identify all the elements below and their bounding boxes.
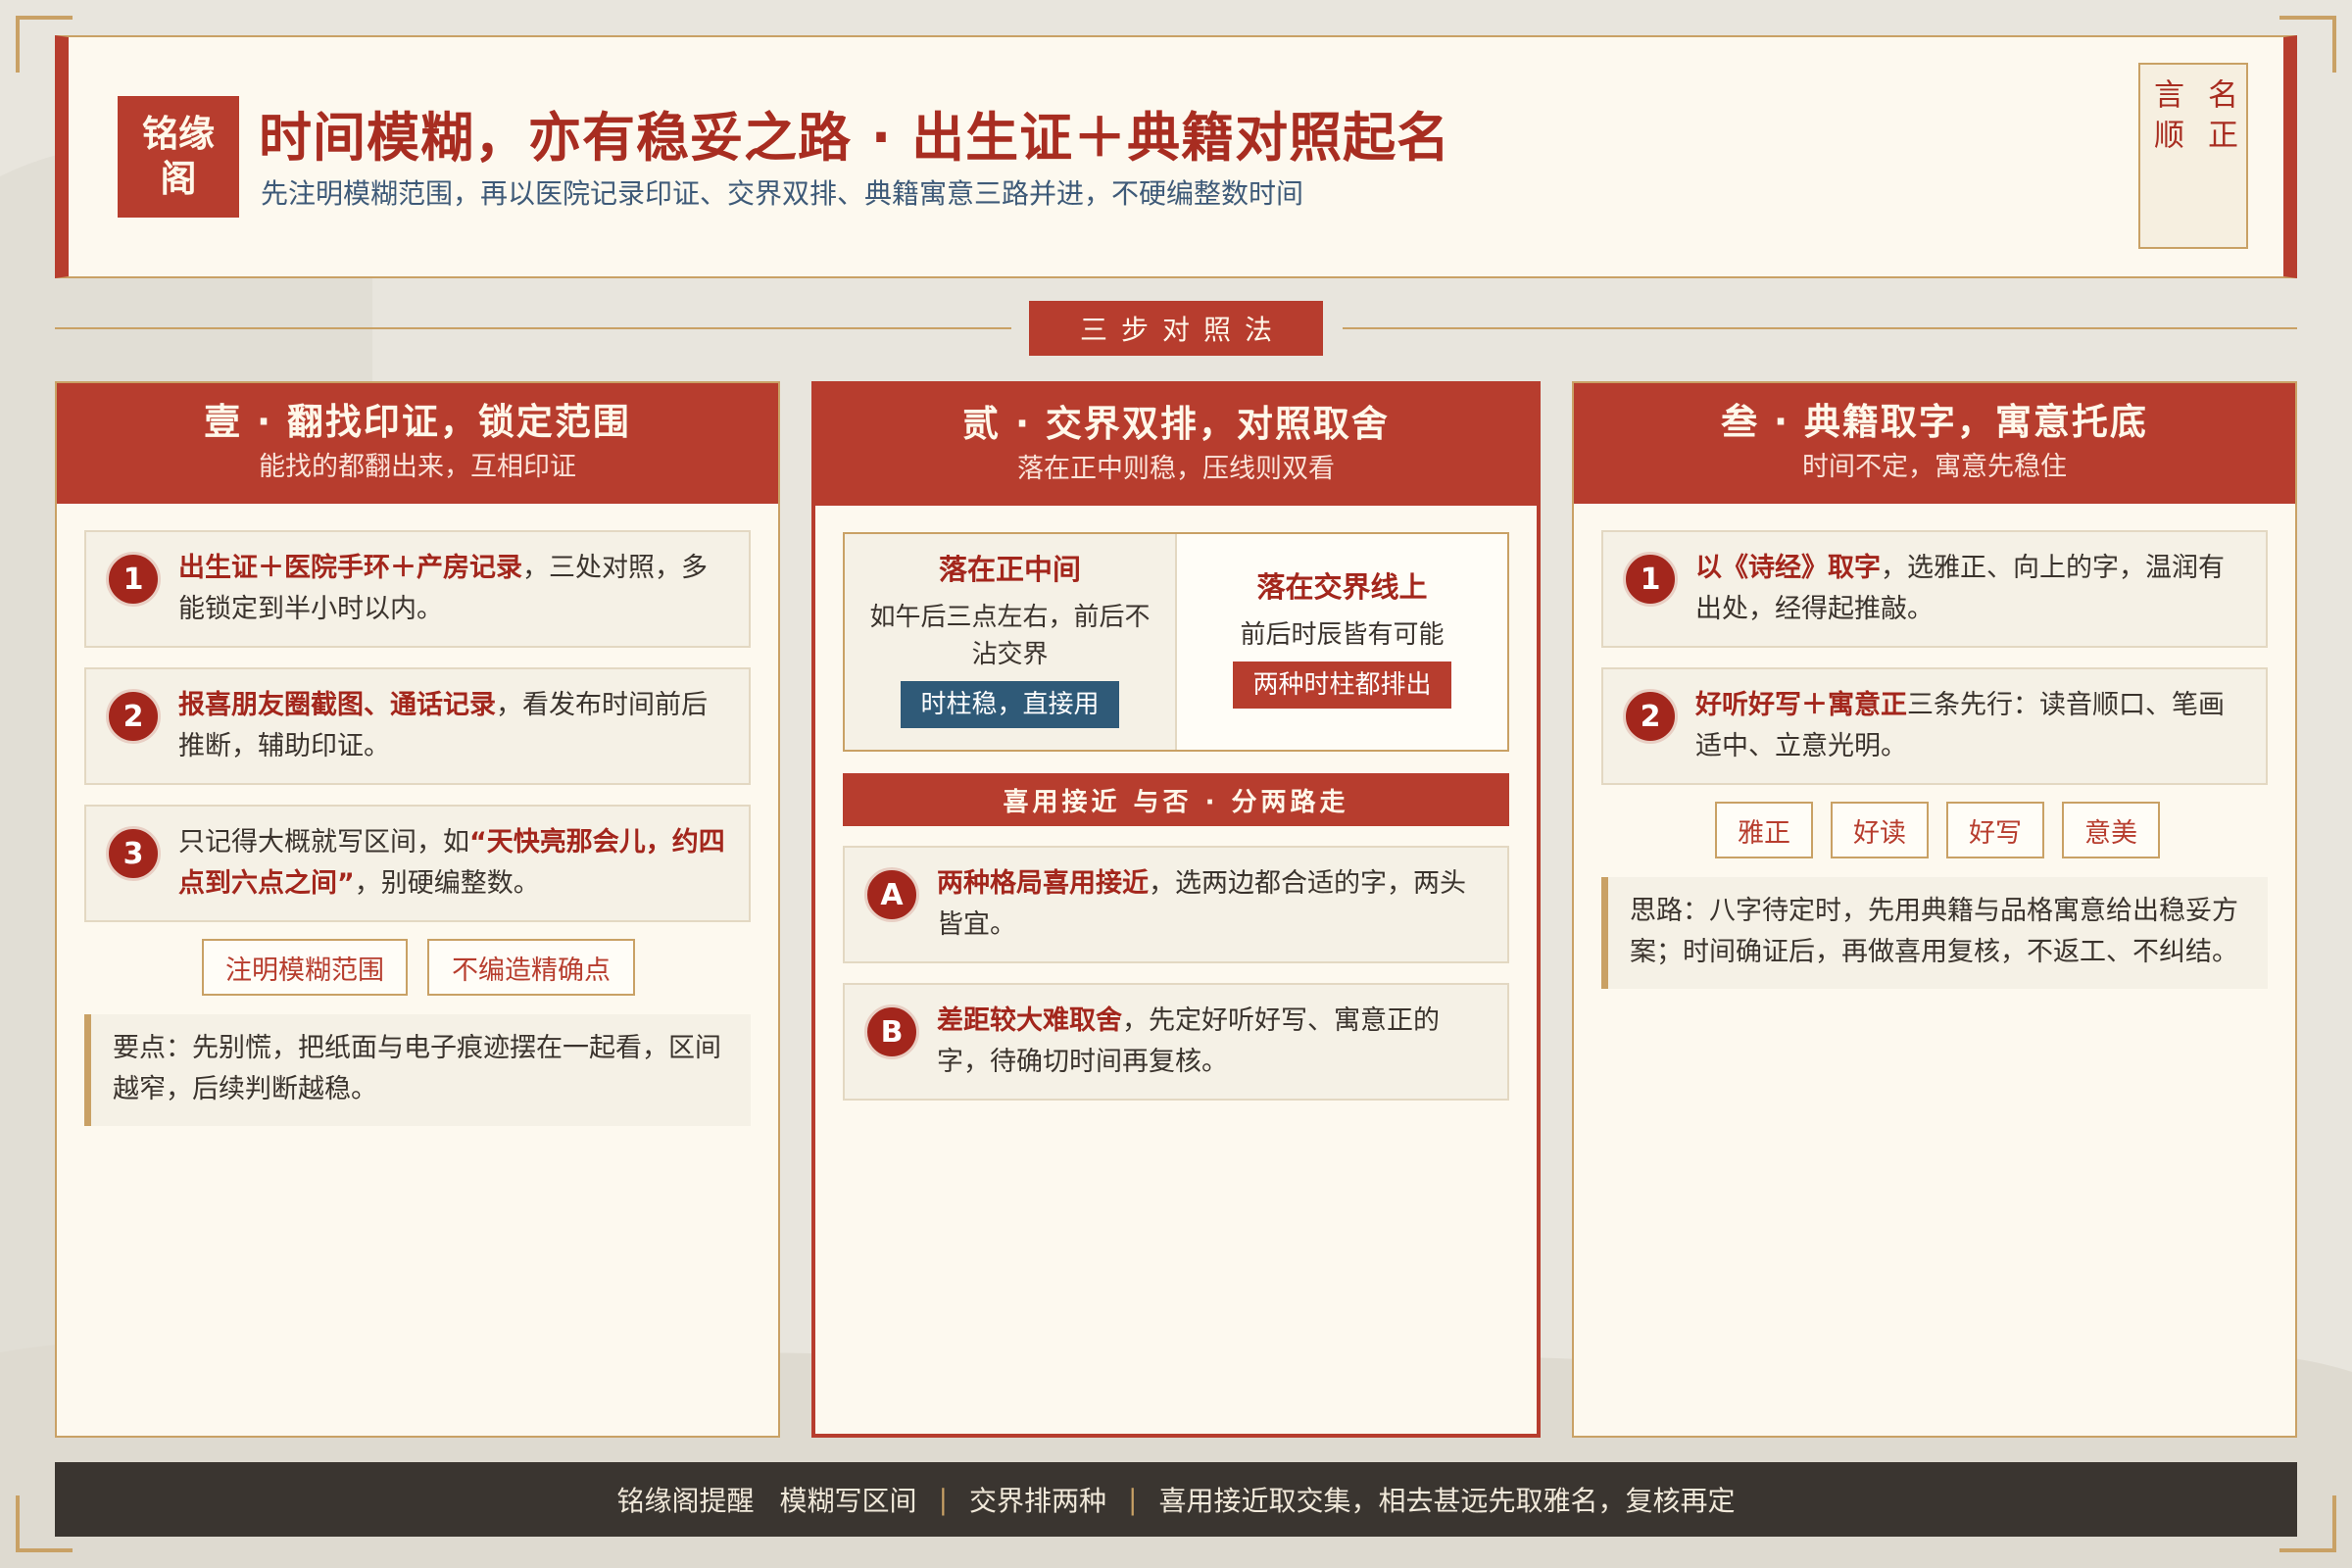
list-item: 2 好听好写＋寓意正三条先行：读音顺口、笔画适中、立意光明。 <box>1601 667 2268 785</box>
footer-part-3: 喜用接近取交集，相去甚远先取雅名，复核再定 <box>1158 1485 1736 1517</box>
divider-line-left <box>55 327 1011 329</box>
list-item: 1 以《诗经》取字，选雅正、向上的字，温润有出处，经得起推敲。 <box>1601 530 2268 648</box>
footer-part-2: 交界排两种 <box>969 1485 1107 1517</box>
list-item-highlight: 报喜朋友圈截图、通话记录 <box>178 690 496 720</box>
footer-lead: 铭缘阁提醒 <box>616 1485 755 1517</box>
tag-easy-read: 好读 <box>1831 802 1929 858</box>
step-card-3: 叁 · 典籍取字，寓意托底 时间不定，寓意先稳住 1 以《诗经》取字，选雅正、向… <box>1572 381 2297 1438</box>
comparison-boundary-chip: 两种时柱都排出 <box>1233 662 1451 709</box>
comparison-center-case: 落在正中间 如午后三点左右，前后不沾交界 时柱稳，直接用 <box>845 534 1177 750</box>
list-item-highlight: 出生证＋医院手环＋产房记录 <box>178 553 522 583</box>
number-badge: 1 <box>1623 552 1678 607</box>
list-item: 2 报喜朋友圈截图、通话记录，看发布时间前后推断，辅助印证。 <box>84 667 751 785</box>
step-card-2: 贰 · 交界双排，对照取舍 落在正中则稳，压线则双看 落在正中间 如午后三点左右… <box>811 381 1541 1438</box>
list-item: B 差距较大难取舍，先定好听好写、寓意正的字，待确切时间再复核。 <box>843 983 1509 1101</box>
tag-elegant: 雅正 <box>1715 802 1813 858</box>
tag-fuzzy-range: 注明模糊范围 <box>202 939 408 996</box>
list-item: 3 只记得大概就写区间，如“天快亮那会儿，约四点到六点之间”，别硬编整数。 <box>84 805 751 922</box>
section-divider-label: 三步对照法 <box>1029 301 1323 356</box>
number-badge: 2 <box>1623 689 1678 744</box>
list-item: 1 出生证＋医院手环＋产房记录，三处对照，多能锁定到半小时以内。 <box>84 530 751 648</box>
comparison-center-title: 落在正中间 <box>938 553 1081 586</box>
page-title: 时间模糊，亦有稳妥之路 · 出生证＋典籍对照起名 <box>259 107 1451 169</box>
header-banner: 铭缘 阁 时间模糊，亦有稳妥之路 · 出生证＋典籍对照起名 先注明模糊范围，再以… <box>55 35 2297 278</box>
step-card-3-subtitle: 时间不定，寓意先稳住 <box>1802 452 2067 482</box>
list-item-text: 以《诗经》取字，选雅正、向上的字，温润有出处，经得起推敲。 <box>1695 548 2244 630</box>
brand-logo-line-2: 阁 <box>160 158 197 200</box>
step-card-2-header: 贰 · 交界双排，对照取舍 落在正中则稳，压线则双看 <box>815 385 1537 506</box>
list-item-highlight: 以《诗经》取字 <box>1695 553 1881 583</box>
seal-text-column-2: 言顺 <box>2148 78 2183 159</box>
list-item-body: 只记得大概就写区间，如 <box>178 827 469 858</box>
divider-line-right <box>1343 327 2297 329</box>
list-item-body-end: ，别硬编整数。 <box>354 868 540 899</box>
step-card-2-title: 贰 · 交界双排，对照取舍 <box>962 403 1390 445</box>
list-item-highlight: 两种格局喜用接近 <box>937 868 1149 899</box>
branch-bar: 喜用接近 与否 · 分两路走 <box>843 773 1509 826</box>
step-card-1: 壹 · 翻找印证，锁定范围 能找的都翻出来，互相印证 1 出生证＋医院手环＋产房… <box>55 381 780 1438</box>
letter-badge: B <box>864 1004 919 1059</box>
step-card-1-subtitle: 能找的都翻出来，互相印证 <box>259 452 576 482</box>
step-card-2-subtitle: 落在正中则稳，压线则双看 <box>1017 454 1335 484</box>
brand-logo-line-1: 铭缘 <box>142 113 215 155</box>
step-card-1-header: 壹 · 翻找印证，锁定范围 能找的都翻出来，互相印证 <box>57 383 778 504</box>
list-item-highlight: 好听好写＋寓意正 <box>1695 690 1907 720</box>
page-subtitle: 先注明模糊范围，再以医院记录印证、交界双排、典籍寓意三路并进，不硬编整数时间 <box>261 177 1304 210</box>
seal-text-column-1: 名正 <box>2202 78 2237 159</box>
tip-note: 思路：八字待定时，先用典籍与品格寓意给出稳妥方案；时间确证后，再做喜用复核，不返… <box>1601 877 2268 989</box>
list-item-text: 只记得大概就写区间，如“天快亮那会儿，约四点到六点之间”，别硬编整数。 <box>178 822 727 905</box>
step-card-3-header: 叁 · 典籍取字，寓意托底 时间不定，寓意先稳住 <box>1574 383 2295 504</box>
comparison-box: 落在正中间 如午后三点左右，前后不沾交界 时柱稳，直接用 落在交界线上 前后时辰… <box>843 532 1509 752</box>
tag-easy-write: 好写 <box>1946 802 2044 858</box>
comparison-boundary-case: 落在交界线上 前后时辰皆有可能 两种时柱都排出 <box>1177 534 1507 750</box>
footer-reminder: 铭缘阁提醒 模糊写区间 | 交界排两种 | 喜用接近取交集，相去甚远先取雅名，复… <box>55 1462 2297 1537</box>
list-item-text: 好听好写＋寓意正三条先行：读音顺口、笔画适中、立意光明。 <box>1695 685 2244 767</box>
seal-stamp: 名正 言顺 <box>2138 63 2248 249</box>
list-item-highlight: 差距较大难取舍 <box>937 1005 1122 1036</box>
comparison-boundary-title: 落在交界线上 <box>1256 570 1428 604</box>
tag-good-meaning: 意美 <box>2062 802 2160 858</box>
tag-no-fake-precision: 不编造精确点 <box>427 939 635 996</box>
list-item-text: 两种格局喜用接近，选两边都合适的字，两头皆宜。 <box>937 863 1486 946</box>
letter-badge: A <box>864 867 919 922</box>
number-badge: 1 <box>106 552 161 607</box>
comparison-center-desc: 如午后三点左右，前后不沾交界 <box>869 603 1151 669</box>
step-card-3-title: 叁 · 典籍取字，寓意托底 <box>1721 401 2148 443</box>
footer-separator: | <box>938 1483 948 1516</box>
list-item-text: 出生证＋医院手环＋产房记录，三处对照，多能锁定到半小时以内。 <box>178 548 727 630</box>
step-card-1-title: 壹 · 翻找印证，锁定范围 <box>204 401 631 443</box>
number-badge: 2 <box>106 689 161 744</box>
footer-part-1: 模糊写区间 <box>779 1485 917 1517</box>
comparison-boundary-desc: 前后时辰皆有可能 <box>1240 620 1445 650</box>
comparison-center-chip: 时柱稳，直接用 <box>901 681 1119 728</box>
tip-note: 要点：先别慌，把纸面与电子痕迹摆在一起看，区间越窄，后续判断越稳。 <box>84 1014 751 1126</box>
list-item-text: 报喜朋友圈截图、通话记录，看发布时间前后推断，辅助印证。 <box>178 685 727 767</box>
brand-logo: 铭缘 阁 <box>118 96 239 218</box>
number-badge: 3 <box>106 826 161 881</box>
list-item: A 两种格局喜用接近，选两边都合适的字，两头皆宜。 <box>843 846 1509 963</box>
footer-separator: | <box>1128 1483 1138 1516</box>
list-item-text: 差距较大难取舍，先定好听好写、寓意正的字，待确切时间再复核。 <box>937 1001 1486 1083</box>
